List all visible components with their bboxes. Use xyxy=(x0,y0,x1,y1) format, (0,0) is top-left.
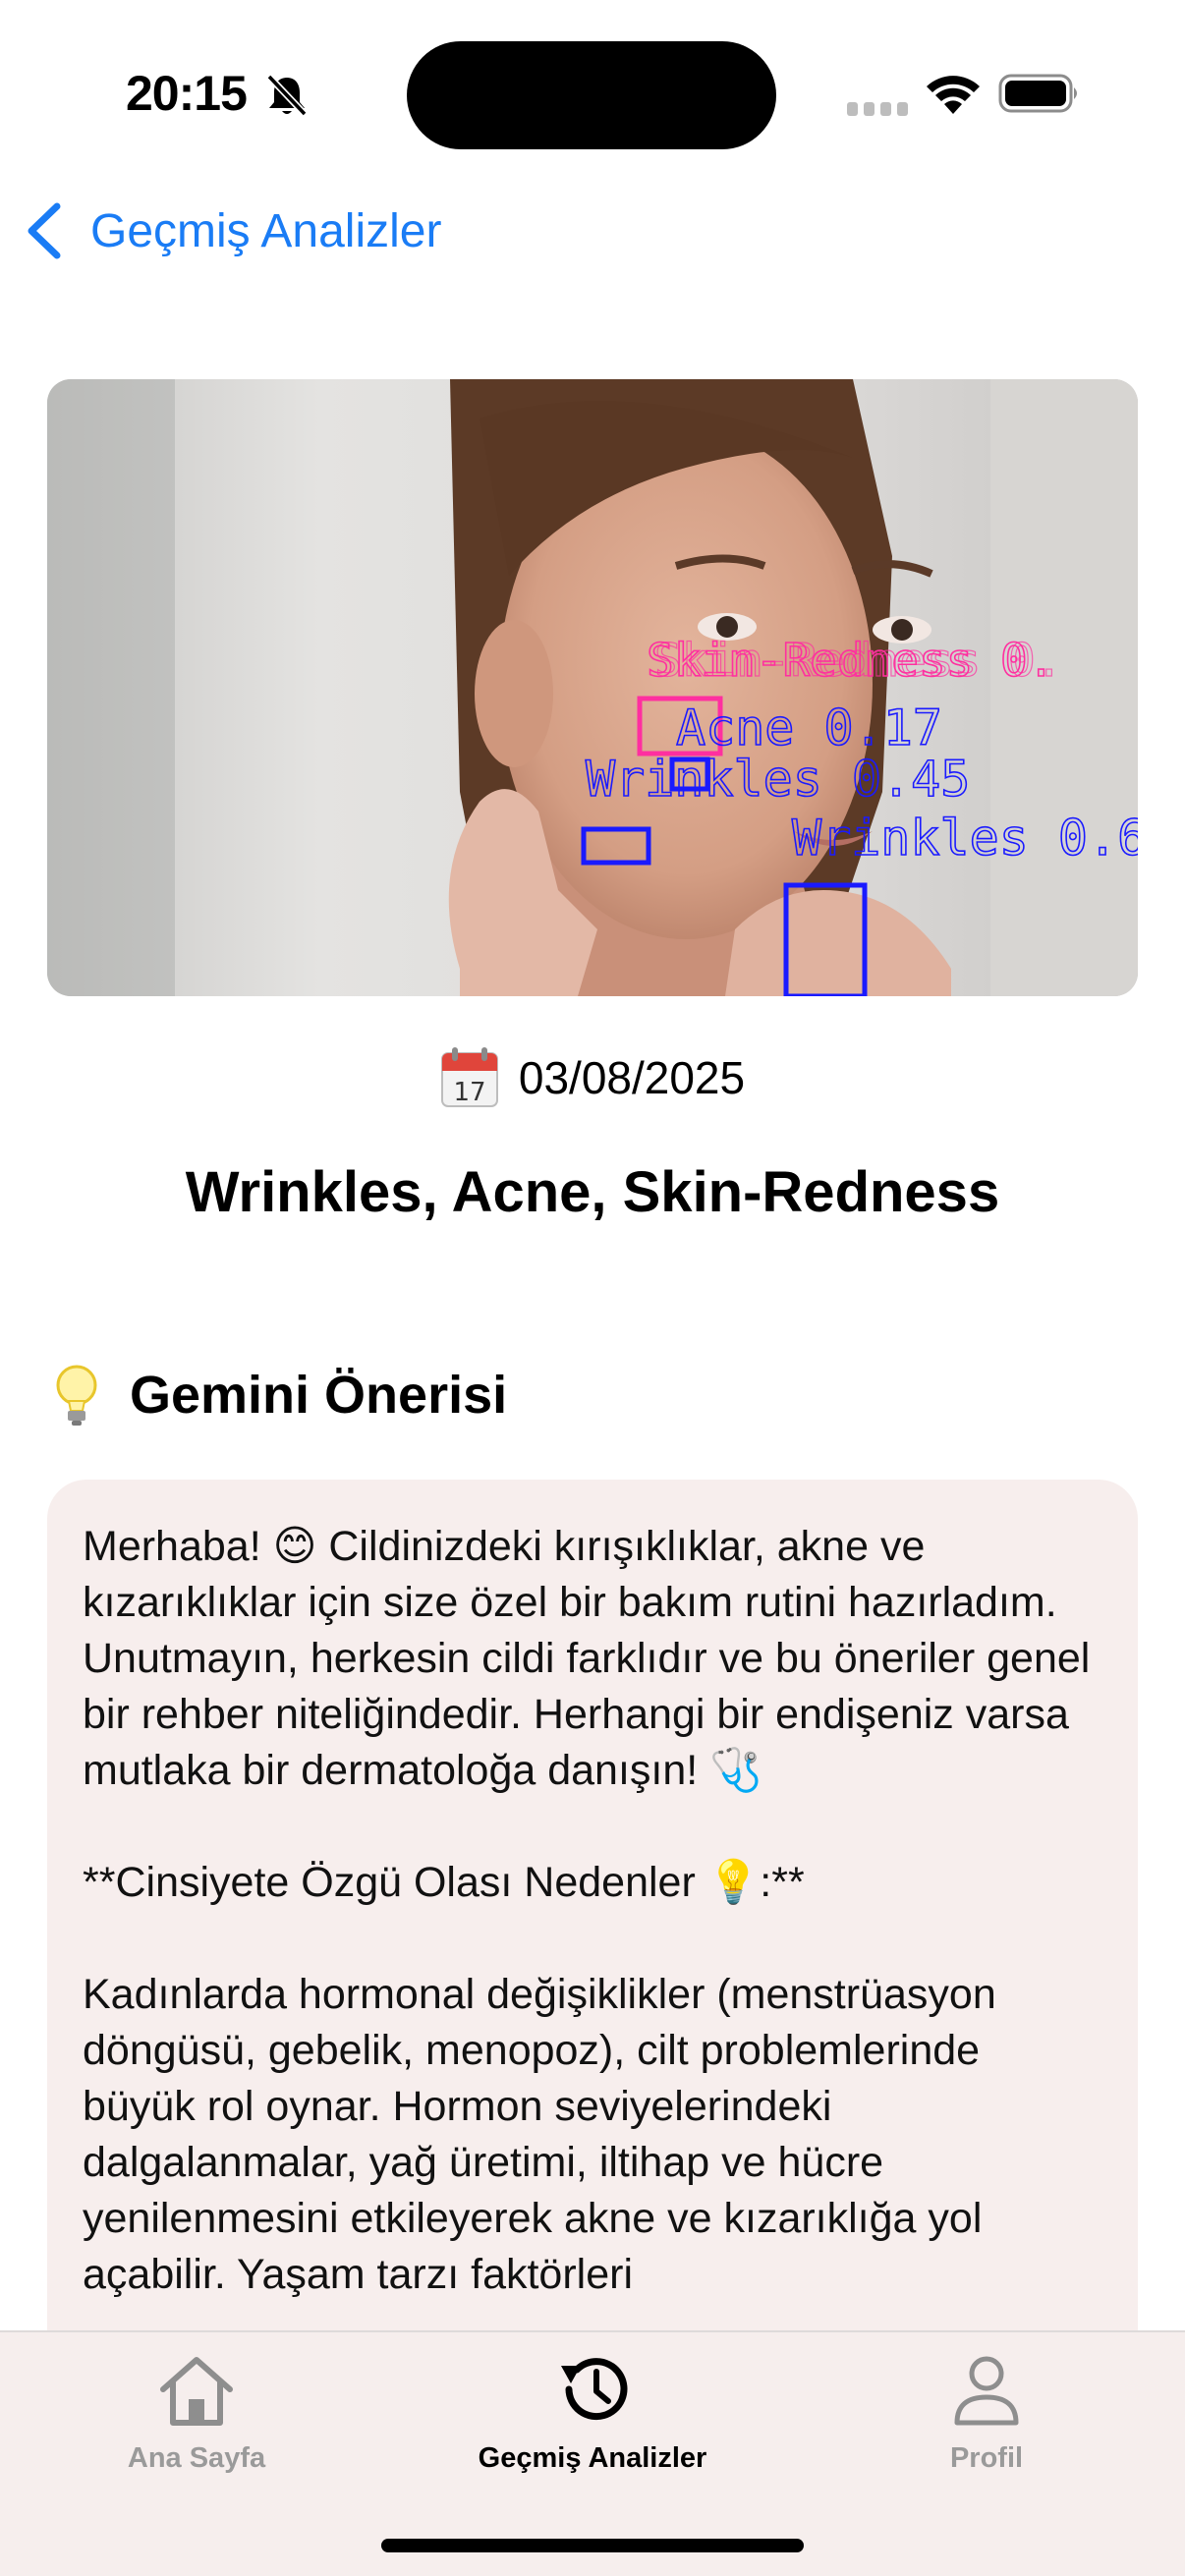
home-indicator xyxy=(381,2539,804,2552)
tab-profile[interactable]: Profil xyxy=(819,2350,1154,2475)
status-bar: 20:15 xyxy=(0,0,1185,187)
person-icon xyxy=(954,2356,1019,2426)
gemini-section-title: Gemini Önerisi xyxy=(130,1366,508,1425)
lightbulb-icon xyxy=(56,1365,97,1426)
detection-label-wrinkles-2: Wrinkles 0.6 xyxy=(792,810,1138,867)
tab-label: Geçmiş Analizler xyxy=(478,2442,707,2474)
analysis-title: Wrinkles, Acne, Skin-Redness xyxy=(185,1160,1000,1224)
back-button[interactable]: Geçmiş Analizler xyxy=(24,196,441,265)
gemini-section-header: Gemini Önerisi xyxy=(53,1364,507,1427)
battery-icon xyxy=(998,74,1077,113)
analysis-photo: Skin-Redness 0. Skin-Redness 0. Acne 0.1… xyxy=(47,379,1138,996)
detection-label-acne: Acne 0.17 xyxy=(676,700,942,756)
recommendation-paragraph: **Cinsiyete Özgü Olası Nedenler 💡:** xyxy=(83,1859,805,1906)
history-icon xyxy=(561,2358,628,2421)
detection-label-redness-ghost: Skin-Redness 0. xyxy=(654,634,1062,687)
chevron-left-icon xyxy=(28,202,61,259)
detection-label-wrinkles-1: Wrinkles 0.45 xyxy=(586,751,970,808)
house-icon xyxy=(160,2357,233,2426)
svg-text:17: 17 xyxy=(453,1078,485,1107)
bell-slash-icon xyxy=(266,74,308,117)
recommendation-paragraph: Merhaba! 😊 Cildinizdeki kırışıklıklar, a… xyxy=(83,1523,1091,1794)
dynamic-island xyxy=(407,41,776,149)
face-photo-illustration: Skin-Redness 0. Skin-Redness 0. Acne 0.1… xyxy=(47,379,1138,996)
back-label: Geçmiş Analizler xyxy=(90,204,442,257)
tab-label: Profil xyxy=(949,2442,1024,2474)
tab-history[interactable]: Geçmiş Analizler xyxy=(425,2350,760,2475)
tab-home[interactable]: Ana Sayfa xyxy=(29,2350,364,2475)
status-time: 20:15 xyxy=(126,66,248,121)
analysis-date-row: 17 03/08/2025 xyxy=(0,1047,1185,1108)
tab-label: Ana Sayfa xyxy=(127,2442,266,2474)
cellular-signal-icon xyxy=(847,102,908,116)
recommendation-paragraph: Kadınlarda hormonal değişiklikler (menst… xyxy=(83,1971,996,2298)
wifi-icon xyxy=(927,76,980,114)
calendar-icon: 17 xyxy=(440,1047,498,1107)
analysis-date: 03/08/2025 xyxy=(518,1052,746,1103)
